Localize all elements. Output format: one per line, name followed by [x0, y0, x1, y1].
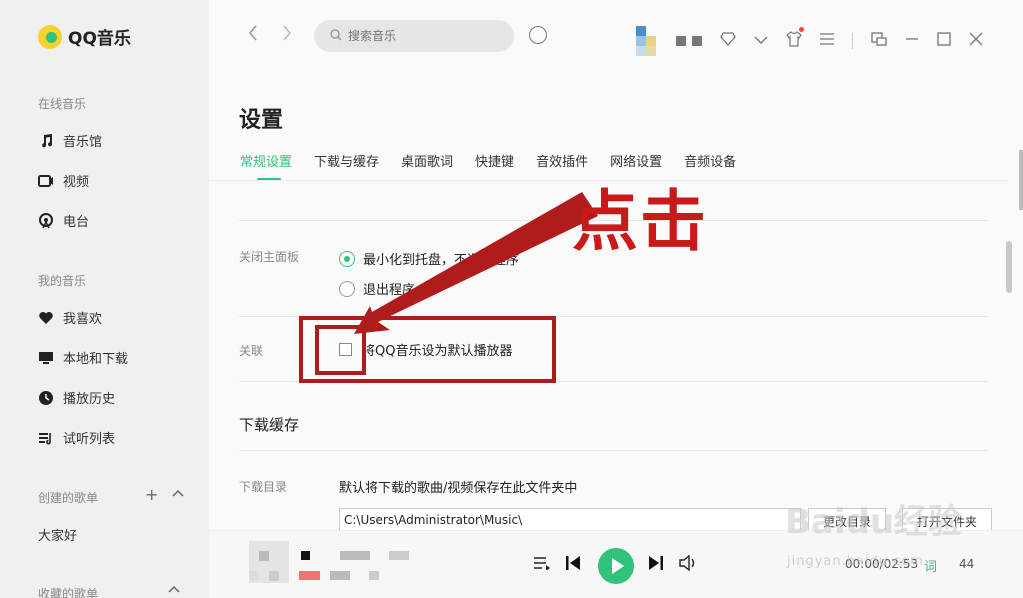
annotation-click-label: 点击	[572, 183, 708, 260]
annotation-arrow	[354, 192, 598, 334]
annotation-arrow-shape	[354, 192, 598, 334]
annotation-checkbox-highlight	[315, 325, 366, 375]
app-window: QQ音乐 在线音乐 音乐馆 视频 电台 我的音乐 我喜欢 本地和下载 播放历史 …	[0, 0, 1023, 598]
